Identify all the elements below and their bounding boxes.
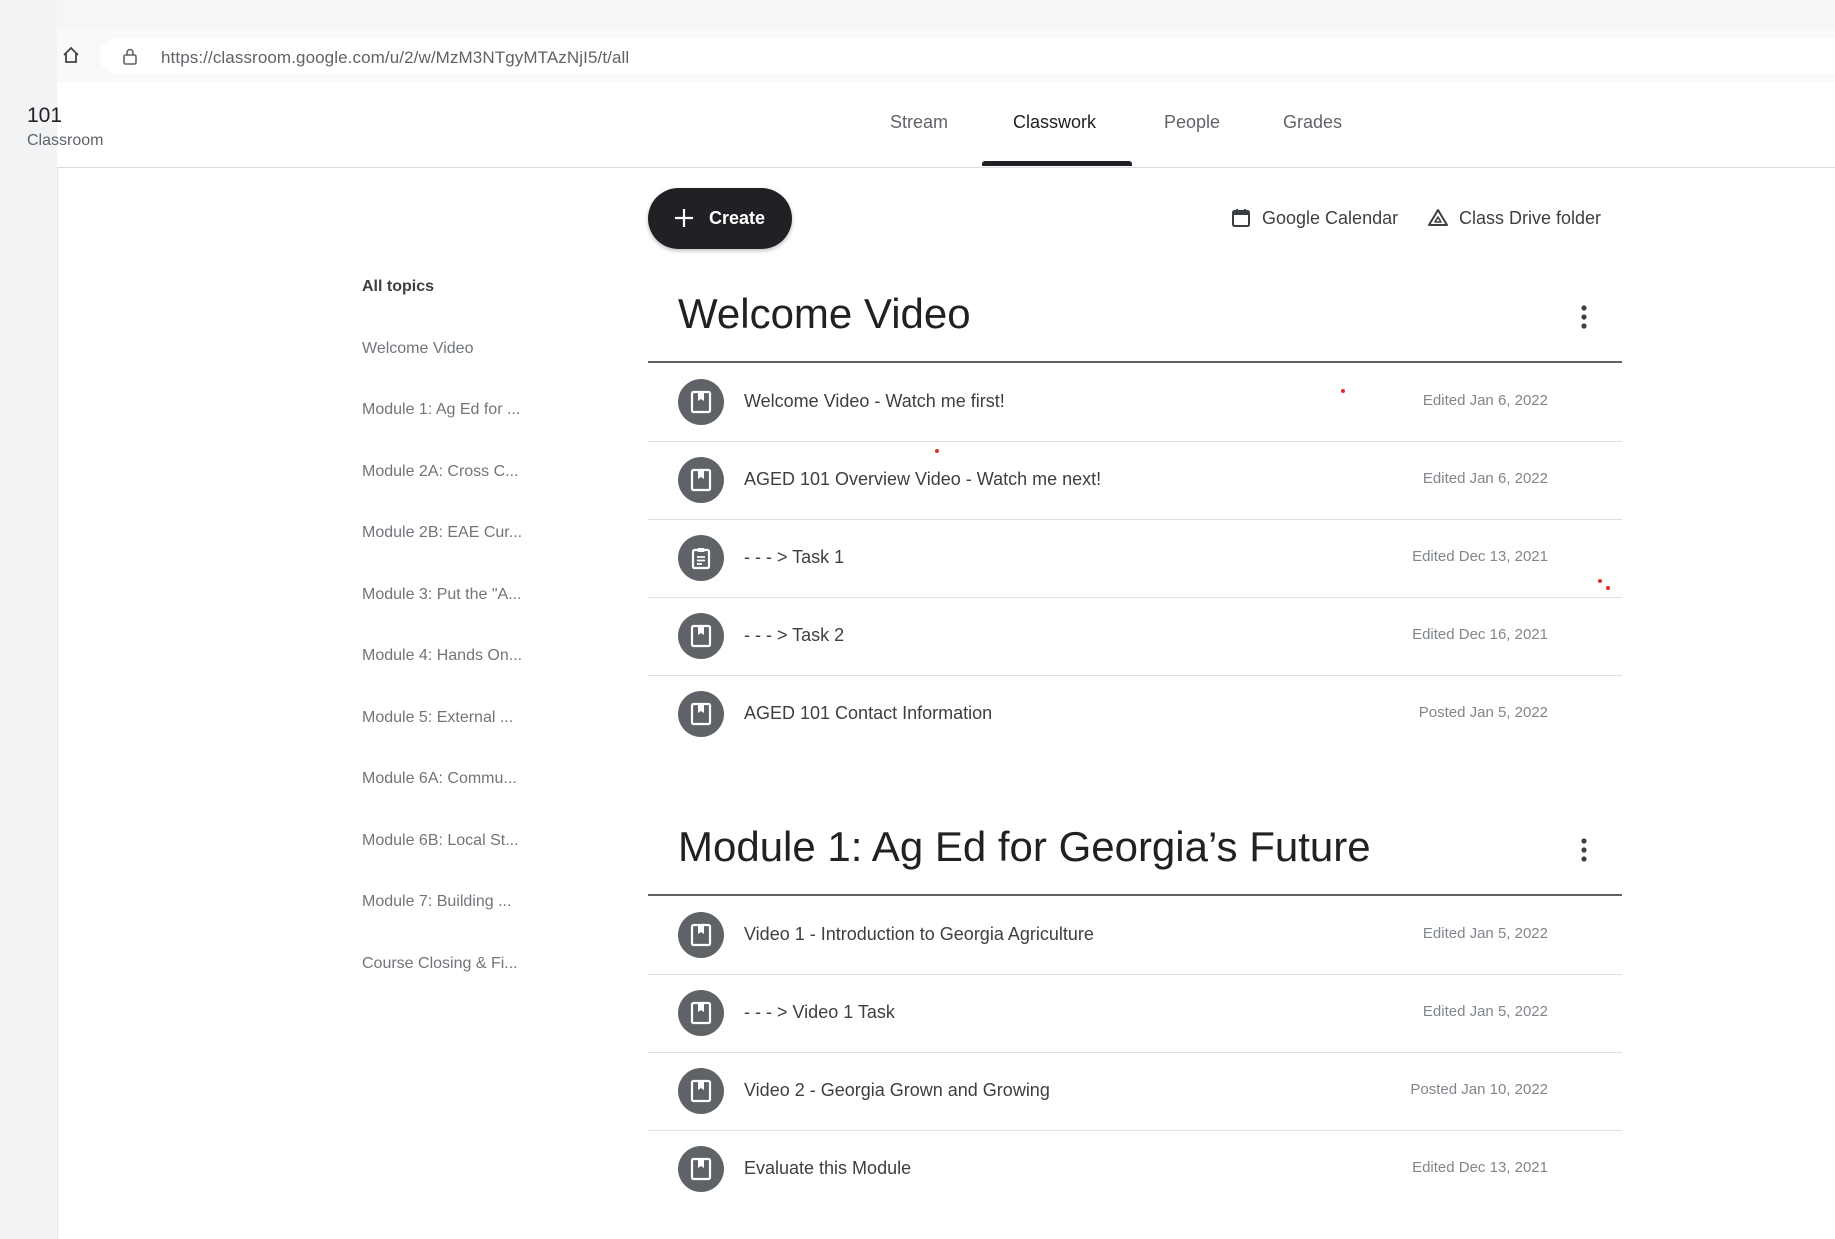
drive-icon [1428, 209, 1448, 226]
item-date: Edited Jan 6, 2022 [1422, 392, 1548, 409]
item-title: - - - > Task 1 [744, 547, 845, 567]
topic-item[interactable]: Module 5: External ... [362, 709, 513, 727]
item-title: AGED 101 Contact Information [744, 703, 993, 723]
stray-dot [1598, 579, 1602, 583]
classwork-item[interactable]: AGED 101 Contact Information Posted Jan … [648, 675, 1622, 753]
left-edge [0, 0, 58, 1239]
topic-item[interactable]: Module 2B: EAE Cur... [362, 524, 522, 542]
create-button[interactable]: Create [648, 188, 792, 249]
item-title: Video 1 - Introduction to Georgia Agricu… [744, 924, 1094, 944]
item-title: Evaluate this Module [744, 1158, 912, 1178]
item-date: Edited Jan 6, 2022 [1422, 470, 1548, 487]
item-date: Edited Dec 16, 2021 [1412, 626, 1548, 643]
active-tab-indicator [982, 161, 1132, 166]
lock-icon [123, 48, 137, 65]
tab-classwork[interactable]: Classwork [1013, 112, 1096, 133]
calendar-label: Google Calendar [1262, 208, 1399, 228]
classwork-item[interactable]: Video 2 - Georgia Grown and Growing Post… [648, 1052, 1622, 1131]
stray-dot [935, 449, 939, 453]
classwork-item[interactable]: Evaluate this Module Edited Dec 13, 2021 [648, 1130, 1622, 1208]
material-icon [678, 691, 724, 737]
more-vert-icon[interactable] [1574, 302, 1594, 332]
item-title: AGED 101 Overview Video - Watch me next! [744, 469, 1102, 489]
item-date: Edited Dec 13, 2021 [1412, 548, 1548, 565]
address-bar[interactable]: https://classroom.google.com/u/2/w/MzM3N… [99, 38, 1835, 74]
topic-all[interactable]: All topics [362, 278, 434, 296]
classwork-item[interactable]: AGED 101 Overview Video - Watch me next!… [648, 441, 1622, 520]
plus-icon [675, 209, 693, 227]
item-title: Video 2 - Georgia Grown and Growing [744, 1080, 1050, 1100]
item-title: - - - > Video 1 Task [744, 1002, 895, 1022]
material-icon [678, 1146, 724, 1192]
tab-people[interactable]: People [1164, 112, 1220, 133]
section-title: Module 1: Ag Ed for Georgia’s Future [678, 823, 1371, 870]
stray-dot [1341, 389, 1345, 393]
classroom-header: 101 Classroom Stream Classwork People Gr… [27, 82, 1835, 168]
classwork-item[interactable]: - - - > Task 1 Edited Dec 13, 2021 [648, 519, 1622, 598]
topic-item[interactable]: Course Closing & Fi... [362, 955, 518, 973]
item-date: Edited Dec 13, 2021 [1412, 1159, 1548, 1176]
url-text[interactable]: https://classroom.google.com/u/2/w/MzM3N… [161, 48, 629, 68]
tab-bar: Stream Classwork People Grades [57, 82, 1835, 167]
stray-dot [1606, 586, 1610, 590]
topic-item[interactable]: Module 3: Put the "A... [362, 586, 522, 604]
section-title: Welcome Video [678, 290, 971, 337]
tab-stream[interactable]: Stream [890, 112, 948, 133]
classwork-item[interactable]: - - - > Task 2 Edited Dec 16, 2021 [648, 597, 1622, 676]
assignment-icon [678, 535, 724, 581]
item-title: - - - > Task 2 [744, 625, 845, 645]
classwork-item[interactable]: Video 1 - Introduction to Georgia Agricu… [648, 896, 1622, 975]
topic-item[interactable]: Module 1: Ag Ed for ... [362, 401, 520, 419]
classwork-item[interactable]: - - - > Video 1 Task Edited Jan 5, 2022 [648, 974, 1622, 1053]
create-label: Create [709, 208, 766, 228]
browser-address-row: https://classroom.google.com/u/2/w/MzM3N… [57, 30, 1835, 83]
material-icon [678, 1068, 724, 1114]
topic-item[interactable]: Module 6B: Local St... [362, 832, 519, 850]
tab-grades[interactable]: Grades [1283, 112, 1342, 133]
item-date: Posted Jan 10, 2022 [1410, 1081, 1548, 1098]
material-icon [678, 379, 724, 425]
home-icon[interactable] [61, 45, 81, 65]
item-date: Posted Jan 5, 2022 [1418, 704, 1548, 721]
item-date: Edited Jan 5, 2022 [1422, 925, 1548, 942]
more-vert-icon[interactable] [1574, 835, 1594, 865]
material-icon [678, 990, 724, 1036]
topic-item[interactable]: Module 7: Building ... [362, 893, 511, 911]
item-date: Edited Jan 5, 2022 [1422, 1003, 1548, 1020]
material-icon [678, 912, 724, 958]
browser-tab-strip [57, 0, 1835, 30]
topic-item[interactable]: Module 6A: Commu... [362, 770, 517, 788]
item-title: Welcome Video - Watch me first! [744, 391, 1005, 411]
topic-item[interactable]: Welcome Video [362, 340, 473, 358]
material-icon [678, 457, 724, 503]
calendar-icon [1232, 209, 1250, 227]
topic-item[interactable]: Module 4: Hands On... [362, 647, 522, 665]
topic-item[interactable]: Module 2A: Cross C... [362, 463, 519, 481]
material-icon [678, 613, 724, 659]
drive-label: Class Drive folder [1459, 208, 1602, 228]
classwork-item[interactable]: Welcome Video - Watch me first! Edited J… [648, 363, 1622, 442]
